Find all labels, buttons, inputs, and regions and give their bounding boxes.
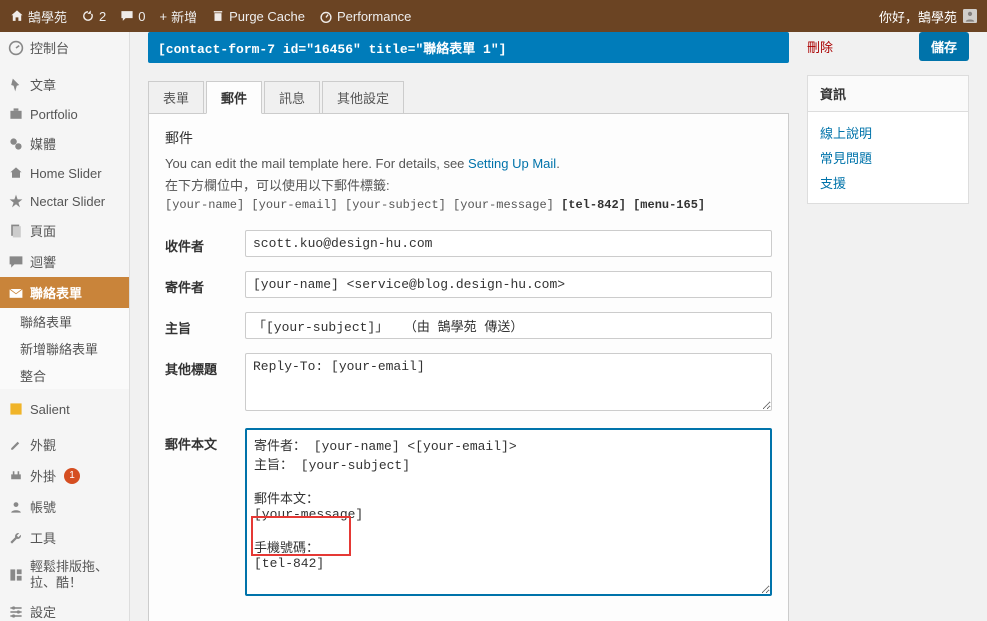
dashboard-icon — [8, 40, 24, 56]
pin-icon — [8, 77, 24, 93]
sidebar-item-appearance[interactable]: 外觀 — [0, 429, 129, 460]
info-link-faq[interactable]: 常見問題 — [820, 145, 956, 170]
avatar-icon — [963, 9, 977, 23]
mail-panel: 郵件 You can edit the mail template here. … — [148, 113, 789, 621]
star-icon — [8, 193, 24, 209]
performance-link[interactable]: Performance — [319, 9, 411, 24]
comments-count: 0 — [138, 9, 145, 24]
plugin-update-badge: 1 — [64, 468, 80, 484]
plugin-icon — [8, 468, 24, 484]
delete-link[interactable]: 刪除 — [807, 37, 833, 56]
sidebar-sub-contact-forms-new[interactable]: 新增聯絡表單 — [0, 335, 129, 362]
purge-cache-link[interactable]: Purge Cache — [211, 9, 305, 24]
tab-mail[interactable]: 郵件 — [206, 81, 262, 114]
panel-tabs: 表單 郵件 訊息 其他設定 — [148, 81, 789, 114]
tag-hint: 在下方欄位中，可以使用以下郵件標籤: — [165, 175, 772, 194]
sidebar-item-dashboard[interactable]: 控制台 — [0, 32, 129, 63]
to-input[interactable] — [245, 230, 772, 257]
mail-icon — [8, 285, 24, 301]
info-link-online-help[interactable]: 線上說明 — [820, 120, 956, 145]
sidebar-item-portfolio[interactable]: Portfolio — [0, 100, 129, 128]
row-from: 寄件者 — [165, 271, 772, 298]
sidebar-item-pages[interactable]: 頁面 — [0, 215, 129, 246]
sidebar-item-easy-layout[interactable]: 輕鬆排版拖、拉、酷！ — [0, 553, 129, 596]
sidebar-item-posts[interactable]: 文章 — [0, 69, 129, 100]
layout-icon — [8, 567, 24, 583]
info-box-title: 資訊 — [808, 76, 968, 112]
wrench-icon — [8, 530, 24, 546]
info-box: 資訊 線上說明 常見問題 支援 — [807, 75, 969, 204]
tab-form[interactable]: 表單 — [148, 81, 204, 114]
media-icon — [8, 136, 24, 152]
comment-icon — [120, 9, 134, 23]
purge-cache-label: Purge Cache — [229, 9, 305, 24]
chat-icon — [8, 254, 24, 270]
body-label: 郵件本文 — [165, 428, 245, 599]
row-subject: 主旨 — [165, 312, 772, 339]
right-column: 刪除 儲存 資訊 線上說明 常見問題 支援 — [807, 32, 987, 621]
subject-input[interactable] — [245, 312, 772, 339]
performance-label: Performance — [337, 9, 411, 24]
comments-link[interactable]: 0 — [120, 9, 145, 24]
action-row: 刪除 儲存 — [807, 32, 969, 61]
sidebar-item-salient[interactable]: Salient — [0, 395, 129, 423]
sidebar-item-tools[interactable]: 工具 — [0, 522, 129, 553]
sidebar-item-media[interactable]: 媒體 — [0, 128, 129, 159]
tab-additional[interactable]: 其他設定 — [322, 81, 404, 114]
home-icon — [10, 9, 24, 23]
briefcase-icon — [8, 106, 24, 122]
updates-count: 2 — [99, 9, 106, 24]
new-label: 新增 — [171, 7, 197, 26]
row-to: 收件者 — [165, 230, 772, 257]
sidebar-item-users[interactable]: 帳號 — [0, 491, 129, 522]
trash-icon — [211, 9, 225, 23]
content-area: [contact-form-7 id="16456" title="聯絡表單 1… — [130, 32, 807, 621]
updates-link[interactable]: 2 — [81, 9, 106, 24]
from-label: 寄件者 — [165, 271, 245, 298]
sliders-icon — [8, 604, 24, 620]
new-link[interactable]: + 新增 — [159, 7, 197, 26]
admin-sidebar: 控制台 文章 Portfolio 媒體 Home Slider Nectar S… — [0, 32, 130, 621]
sidebar-item-comments[interactable]: 迴響 — [0, 246, 129, 277]
panel-description: You can edit the mail template here. For… — [165, 156, 772, 171]
body-input[interactable]: 寄件者： [your-name] <[your-email]> 主旨： [you… — [245, 428, 772, 596]
main-layout: 控制台 文章 Portfolio 媒體 Home Slider Nectar S… — [0, 32, 987, 621]
sidebar-sub-contact-forms-list[interactable]: 聯絡表單 — [0, 308, 129, 335]
from-input[interactable] — [245, 271, 772, 298]
tab-messages[interactable]: 訊息 — [264, 81, 320, 114]
row-body: 郵件本文 寄件者： [your-name] <[your-email]> 主旨：… — [165, 428, 772, 599]
site-link[interactable]: 鵠學苑 — [10, 7, 67, 26]
mail-tags: [your-name] [your-email] [your-subject] … — [165, 198, 772, 212]
sidebar-item-home-slider[interactable]: Home Slider — [0, 159, 129, 187]
greeting-text: 你好，鵠學苑 — [879, 7, 957, 26]
gauge-icon — [319, 9, 333, 23]
plus-icon: + — [159, 9, 167, 24]
save-button[interactable]: 儲存 — [919, 32, 969, 61]
brush-icon — [8, 437, 24, 453]
panel-title: 郵件 — [165, 128, 772, 148]
additional-headers-input[interactable]: Reply-To: [your-email] — [245, 353, 772, 411]
sidebar-item-settings[interactable]: 設定 — [0, 596, 129, 621]
site-name-text: 鵠學苑 — [28, 7, 67, 26]
additional-headers-label: 其他標題 — [165, 353, 245, 414]
salient-icon — [8, 401, 24, 417]
row-additional-headers: 其他標題 Reply-To: [your-email] — [165, 353, 772, 414]
home-slider-icon — [8, 165, 24, 181]
to-label: 收件者 — [165, 230, 245, 257]
sidebar-item-nectar-slider[interactable]: Nectar Slider — [0, 187, 129, 215]
refresh-icon — [81, 9, 95, 23]
page-icon — [8, 223, 24, 239]
subject-label: 主旨 — [165, 312, 245, 339]
info-link-support[interactable]: 支援 — [820, 170, 956, 195]
sidebar-item-plugins[interactable]: 外掛1 — [0, 460, 129, 491]
admin-topbar: 鵠學苑 2 0 + 新增 Purge Cache Performance 你好，… — [0, 0, 987, 32]
setting-up-mail-link[interactable]: Setting Up Mail — [468, 156, 556, 171]
user-icon — [8, 499, 24, 515]
topbar-left: 鵠學苑 2 0 + 新增 Purge Cache Performance — [10, 7, 411, 26]
topbar-right[interactable]: 你好，鵠學苑 — [879, 7, 977, 26]
sidebar-item-contact-forms[interactable]: 聯絡表單 — [0, 277, 129, 308]
shortcode-display[interactable]: [contact-form-7 id="16456" title="聯絡表單 1… — [148, 32, 789, 63]
sidebar-sub-contact-forms-integration[interactable]: 整合 — [0, 362, 129, 389]
